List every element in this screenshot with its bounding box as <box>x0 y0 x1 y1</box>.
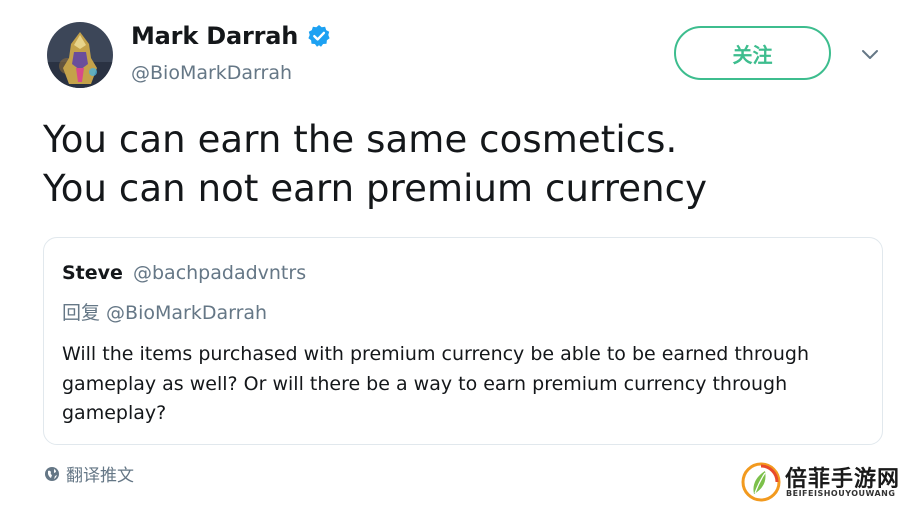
tweet-text: You can earn the same cosmetics. You can… <box>43 115 883 213</box>
chevron-down-icon[interactable] <box>860 45 880 65</box>
quoted-tweet-header: Steve @bachpadadvntrs <box>62 262 306 284</box>
follow-button[interactable]: 关注 <box>674 26 831 80</box>
display-name[interactable]: Mark Darrah <box>131 22 298 50</box>
user-handle[interactable]: @BioMarkDarrah <box>131 62 292 84</box>
avatar[interactable] <box>47 22 113 88</box>
quoted-line: gameplay as well? Or will there be a way… <box>62 372 788 395</box>
quoted-line: gameplay? <box>62 402 167 424</box>
translate-tweet-link[interactable]: 翻译推文 <box>44 461 134 486</box>
watermark-subtext: BEIFEISHOUYOUWANG <box>786 489 896 498</box>
quoted-tweet-text: Will the items purchased with premium cu… <box>62 340 842 429</box>
tweet-line: You can earn the same cosmetics. <box>43 118 678 161</box>
quoted-tweet[interactable]: Steve @bachpadadvntrs 回复 @BioMarkDarrah … <box>43 237 883 445</box>
reply-to-label: 回复 @BioMarkDarrah <box>62 302 268 324</box>
quoted-display-name: Steve <box>62 262 123 284</box>
verified-badge-icon <box>307 24 331 48</box>
quoted-handle: @bachpadadvntrs <box>132 262 307 284</box>
translate-label: 翻译推文 <box>66 466 134 486</box>
tweet-line: You can not earn premium currency <box>43 167 708 210</box>
quoted-line: Will the items purchased with premium cu… <box>62 343 810 365</box>
watermark-logo <box>741 462 781 502</box>
globe-icon <box>44 466 60 482</box>
